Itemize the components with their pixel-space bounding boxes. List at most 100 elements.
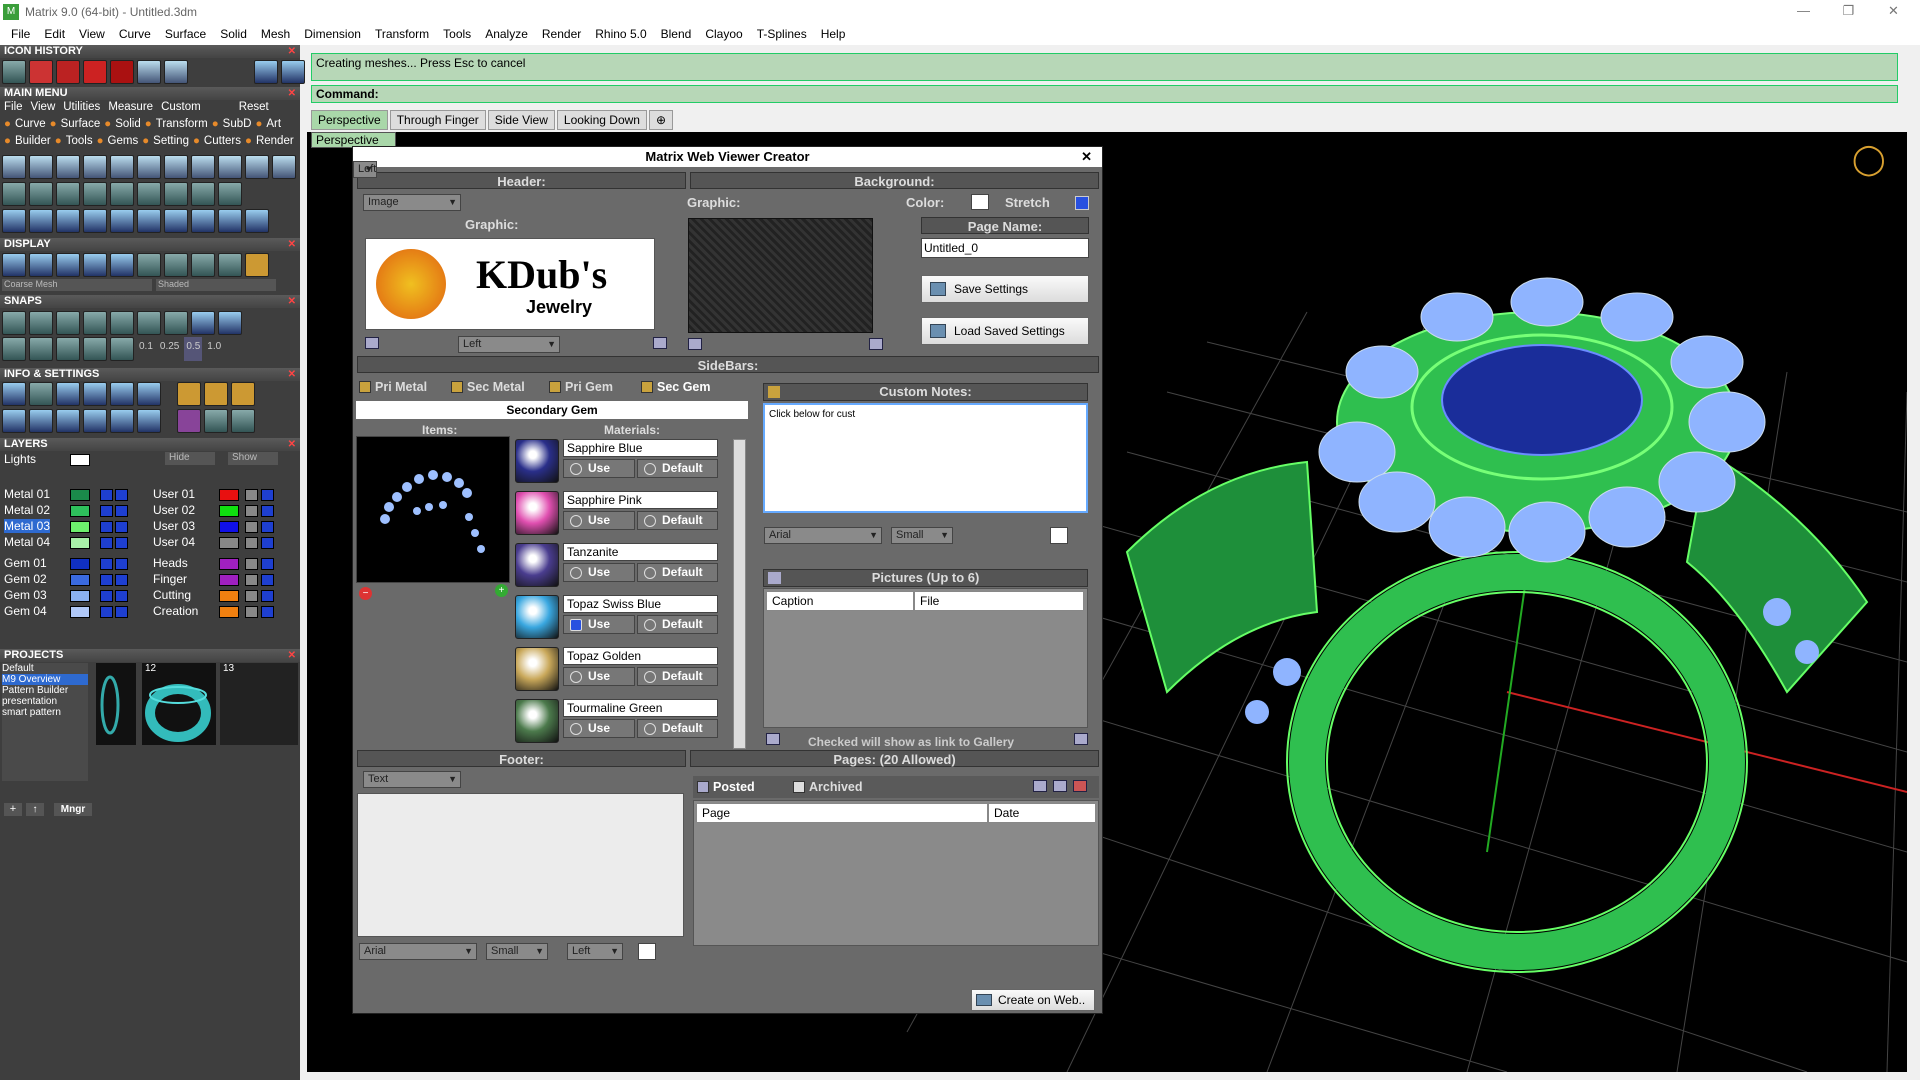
notes-color-swatch[interactable]: [1050, 527, 1068, 544]
tool-icon[interactable]: [218, 155, 242, 179]
layer-color-swatch[interactable]: [70, 574, 90, 586]
tab-looking-down[interactable]: Looking Down: [556, 110, 647, 130]
layer-color-swatch[interactable]: [219, 606, 239, 618]
save-settings-button[interactable]: Save Settings: [921, 275, 1089, 303]
tool-icon[interactable]: [272, 155, 296, 179]
layer-lock-icon[interactable]: [115, 574, 128, 586]
tool-icon[interactable]: [83, 209, 107, 233]
info-icon[interactable]: [204, 409, 228, 433]
snap-icon[interactable]: [110, 337, 134, 361]
info-icon[interactable]: [137, 382, 161, 406]
info-icon[interactable]: [56, 409, 80, 433]
close-button[interactable]: ✕: [1871, 0, 1916, 23]
lights-layer[interactable]: Lights: [4, 452, 36, 466]
project-thumbnail[interactable]: 13: [220, 663, 298, 745]
default-radio[interactable]: Default: [637, 563, 718, 582]
page-name-input[interactable]: Untitled_0: [921, 238, 1089, 258]
history-tool-icon[interactable]: [110, 60, 134, 84]
info-icon[interactable]: [83, 382, 107, 406]
layer-user-02[interactable]: User 02: [153, 503, 195, 517]
info-icon[interactable]: [177, 382, 201, 406]
history-tool-icon[interactable]: [137, 60, 161, 84]
tool-icon[interactable]: [164, 209, 188, 233]
display-icon[interactable]: [164, 253, 188, 277]
cat-gems[interactable]: Gems: [108, 135, 139, 147]
close-icon[interactable]: ✕: [288, 649, 296, 662]
tool-icon[interactable]: [137, 155, 161, 179]
tool-icon[interactable]: [83, 182, 107, 206]
tool-icon[interactable]: [191, 182, 215, 206]
main-menu-custom[interactable]: Custom: [161, 101, 201, 113]
gallery-icon[interactable]: [766, 733, 780, 745]
layer-color-swatch[interactable]: [219, 489, 239, 501]
layer-user-01[interactable]: User 01: [153, 487, 195, 501]
info-icon[interactable]: [83, 409, 107, 433]
info-icon[interactable]: [56, 382, 80, 406]
layer-lock-icon[interactable]: [100, 606, 113, 618]
snap-icon[interactable]: [56, 337, 80, 361]
layer-user-03[interactable]: User 03: [153, 519, 195, 533]
menu-edit[interactable]: Edit: [37, 27, 72, 41]
project-item[interactable]: Pattern Builder: [2, 685, 88, 696]
snap-icon[interactable]: [218, 311, 242, 335]
move-icon[interactable]: [110, 209, 134, 233]
header-align-select[interactable]: Left: [458, 336, 560, 353]
layer-color-swatch[interactable]: [70, 606, 90, 618]
command-line[interactable]: Command:: [311, 85, 1898, 103]
tool-icon[interactable]: [137, 182, 161, 206]
layer-metal-04[interactable]: Metal 04: [4, 535, 50, 549]
main-menu-view[interactable]: View: [31, 101, 56, 113]
layer-color-swatch[interactable]: [70, 489, 90, 501]
info-icon[interactable]: [110, 409, 134, 433]
tool-icon[interactable]: [2, 209, 26, 233]
main-menu-reset[interactable]: Reset: [239, 101, 269, 113]
background-graphic[interactable]: [688, 218, 873, 333]
cat-setting[interactable]: Setting: [153, 135, 189, 147]
layer-creation[interactable]: Creation: [153, 604, 198, 618]
cat-builder[interactable]: Builder: [15, 135, 51, 147]
main-menu-utilities[interactable]: Utilities: [63, 101, 100, 113]
stretch-checkbox[interactable]: [1075, 196, 1089, 210]
browse-icon[interactable]: [688, 338, 702, 350]
close-icon[interactable]: ✕: [288, 295, 296, 308]
add-tab-button[interactable]: ⊕: [648, 110, 674, 130]
pictures-grid[interactable]: Caption File: [763, 588, 1088, 728]
page-action-icon[interactable]: [1033, 780, 1047, 792]
tool-icon[interactable]: [56, 155, 80, 179]
layer-cutting[interactable]: Cutting: [153, 588, 191, 602]
tab-pri-gem[interactable]: Pri Gem: [549, 380, 613, 394]
tab-side-view[interactable]: Side View: [487, 110, 555, 130]
gallery-icon[interactable]: [1074, 733, 1088, 745]
layer-lock-icon[interactable]: [100, 489, 113, 501]
page-action-icon[interactable]: [1053, 780, 1067, 792]
gem-thumbnail[interactable]: [515, 491, 559, 535]
layer-lock-icon[interactable]: [100, 521, 113, 533]
history-tool-icon[interactable]: [56, 60, 80, 84]
use-radio[interactable]: Use: [563, 511, 635, 530]
tool-icon[interactable]: [164, 182, 188, 206]
layer-gem-01[interactable]: Gem 01: [4, 556, 47, 570]
snap-icon[interactable]: [56, 311, 80, 335]
create-on-web-button[interactable]: Create on Web..: [971, 989, 1095, 1011]
layer-lock-icon[interactable]: [100, 574, 113, 586]
layer-metal-01[interactable]: Metal 01: [4, 487, 50, 501]
header-graphic[interactable]: KDub's Jewelry: [365, 238, 655, 330]
minimize-button[interactable]: —: [1781, 0, 1826, 23]
tab-through-finger[interactable]: Through Finger: [389, 110, 486, 130]
tool-icon[interactable]: [110, 155, 134, 179]
layer-lock-icon[interactable]: [261, 489, 274, 501]
layer-lock-icon[interactable]: [245, 574, 258, 586]
menu-tools[interactable]: Tools: [436, 27, 478, 41]
default-radio[interactable]: Default: [637, 459, 718, 478]
tool-icon[interactable]: [83, 155, 107, 179]
snap-value[interactable]: 0.25: [158, 337, 181, 361]
menu-analyze[interactable]: Analyze: [478, 27, 535, 41]
layer-gem-03[interactable]: Gem 03: [4, 588, 47, 602]
tab-perspective[interactable]: Perspective: [311, 110, 388, 130]
cat-render[interactable]: Render: [256, 135, 294, 147]
layer-color-swatch[interactable]: [219, 574, 239, 586]
layer-lock-icon[interactable]: [115, 489, 128, 501]
tab-sec-metal[interactable]: Sec Metal: [451, 380, 525, 394]
default-radio[interactable]: Default: [637, 719, 718, 738]
cat-transform[interactable]: Transform: [156, 118, 208, 130]
